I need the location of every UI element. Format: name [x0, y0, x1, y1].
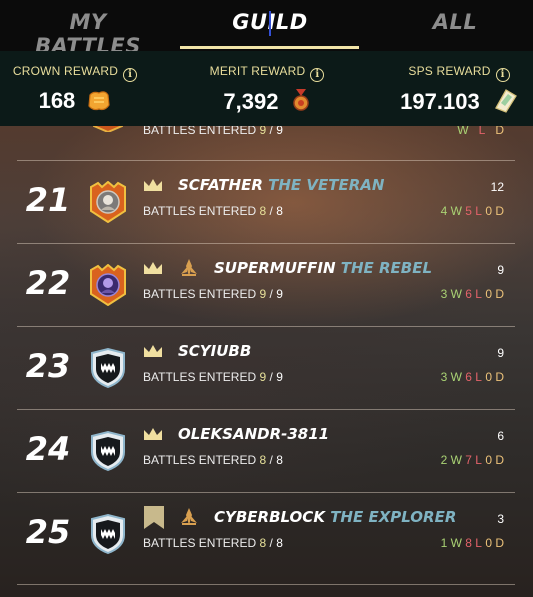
rank-number: 22: [25, 264, 71, 302]
crown-icon: [144, 428, 162, 440]
table-row[interactable]: 21 SCFATHER THE VETERAN BATTLES ENTERED …: [0, 161, 533, 244]
player-name[interactable]: SCFATHER THE VETERAN: [178, 176, 384, 194]
row-divider: [17, 584, 515, 585]
rank-number: 24: [25, 430, 71, 468]
rank-number: 25: [25, 513, 71, 551]
battles-entered: BATTLES ENTERED 8 / 8: [143, 204, 283, 218]
battles-entered: BATTLES ENTERED 8 / 8: [143, 536, 283, 550]
table-row[interactable]: 25 CYBERBLOCK THE EXPLORER BATTLES ENTER…: [0, 493, 533, 576]
guild-shield-icon: [91, 347, 125, 389]
guild-shield-icon: [91, 513, 125, 555]
rank-number: 23: [25, 347, 71, 385]
info-icon[interactable]: i: [495, 68, 510, 82]
battles-entered: BATTLES ENTERED 8 / 8: [143, 453, 283, 467]
crown-reward-label: CROWN REWARD i: [0, 64, 150, 82]
crown-reward: CROWN REWARD i 168: [0, 51, 150, 126]
rank-number: 21: [25, 181, 71, 219]
sps-token-icon: [494, 89, 517, 113]
score: 9: [497, 263, 504, 277]
win-loss-record: 2 W 7 L 0 D: [440, 453, 504, 467]
player-name[interactable]: OLEKSANDR-3811: [178, 425, 329, 443]
table-row[interactable]: 22 SUPERMUFFIN THE REBEL BATTLES ENTERED…: [0, 244, 533, 327]
banner-icon: [144, 506, 164, 529]
win-loss-record: 4 W 5 L 0 D: [440, 204, 504, 218]
merit-reward-label: MERIT REWARD i: [192, 64, 342, 82]
player-avatar-icon: [90, 264, 126, 306]
info-icon[interactable]: i: [310, 68, 325, 82]
merit-reward-value: 7,392: [192, 88, 342, 115]
merit-medal-icon: [292, 89, 309, 111]
score: 9: [497, 346, 504, 360]
merit-reward: MERIT REWARD i 7,392: [192, 51, 342, 126]
crown-reward-icon: [88, 91, 111, 111]
win-loss-record: 1 W 8 L 0 D: [440, 536, 504, 550]
rewards-bar: CROWN REWARD i 168 MERIT REWARD i 7,392 SP…: [0, 51, 533, 126]
text-cursor: [269, 11, 271, 36]
table-row[interactable]: BATTLES ENTERED 9 / 9 W L D: [0, 114, 533, 160]
crown-reward-value: 168: [0, 88, 150, 114]
tab-all[interactable]: ALL: [405, 10, 505, 40]
tab-my-battles[interactable]: MY BATTLES: [18, 10, 158, 58]
sps-reward: SPS REWARD i 197.103: [385, 51, 533, 126]
score: 6: [497, 429, 504, 443]
player-avatar-icon: [90, 181, 126, 223]
table-row[interactable]: 23 SCYIUBB BATTLES ENTERED 9 / 9 9 3 W 6…: [0, 327, 533, 410]
info-icon[interactable]: i: [123, 68, 138, 82]
guild-shield-icon: [91, 430, 125, 472]
win-loss-record: 3 W 6 L 0 D: [440, 370, 504, 384]
player-name[interactable]: SCYIUBB: [178, 342, 251, 360]
explorer-emblem-icon: [181, 508, 197, 525]
table-row[interactable]: 24 OLEKSANDR-3811 BATTLES ENTERED 8 / 8 …: [0, 410, 533, 493]
crown-icon: [144, 179, 162, 191]
score: 12: [490, 180, 504, 194]
crown-icon: [144, 345, 162, 357]
score: 3: [497, 512, 504, 526]
sps-reward-label: SPS REWARD i: [385, 64, 533, 82]
sps-reward-value: 197.103: [385, 88, 533, 115]
player-name[interactable]: CYBERBLOCK THE EXPLORER: [214, 508, 456, 526]
tab-bar: MY BATTLES GUILD ALL: [0, 0, 533, 58]
win-loss-record: 3 W 6 L 0 D: [440, 287, 504, 301]
active-tab-indicator: [180, 46, 359, 49]
battles-entered: BATTLES ENTERED 9 / 9: [143, 287, 283, 301]
rebel-emblem-icon: [181, 259, 197, 276]
crown-icon: [144, 262, 162, 274]
battles-entered: BATTLES ENTERED 9 / 9: [143, 370, 283, 384]
player-name[interactable]: SUPERMUFFIN THE REBEL: [214, 259, 432, 277]
